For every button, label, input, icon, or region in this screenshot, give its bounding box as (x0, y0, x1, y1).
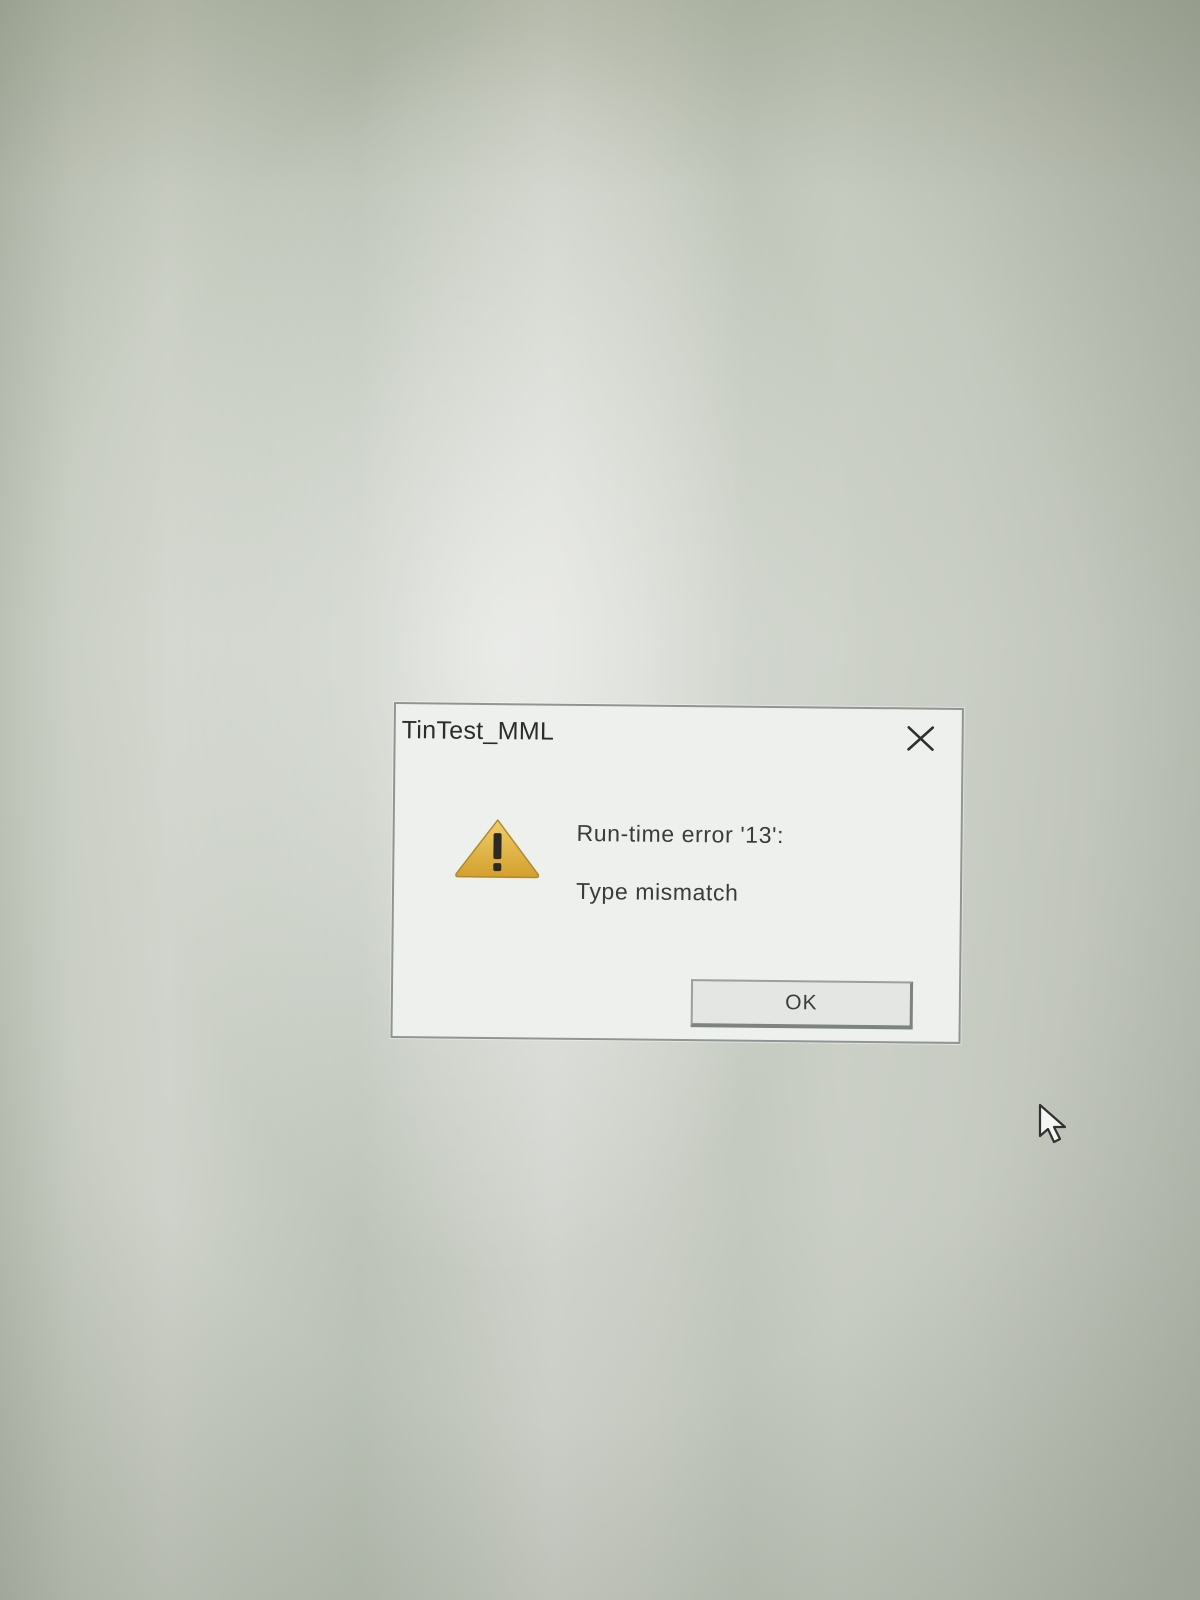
dialog-title: TinTest_MML (401, 716, 555, 746)
error-message-body: Type mismatch (575, 877, 739, 906)
error-message-title: Run-time error '13': (576, 819, 785, 849)
dialog-titlebar[interactable]: TinTest_MML (395, 704, 962, 766)
close-button[interactable] (903, 723, 937, 753)
close-icon (907, 726, 935, 751)
warning-icon (455, 819, 540, 879)
mouse-pointer-icon (1038, 1103, 1067, 1144)
ok-button[interactable]: OK (690, 979, 914, 1030)
error-dialog: TinTest_MML Run-time error '13': Type mi… (390, 702, 964, 1044)
desktop-background: { "dialog": { "title": "TinTest_MML", "c… (0, 0, 1200, 1600)
